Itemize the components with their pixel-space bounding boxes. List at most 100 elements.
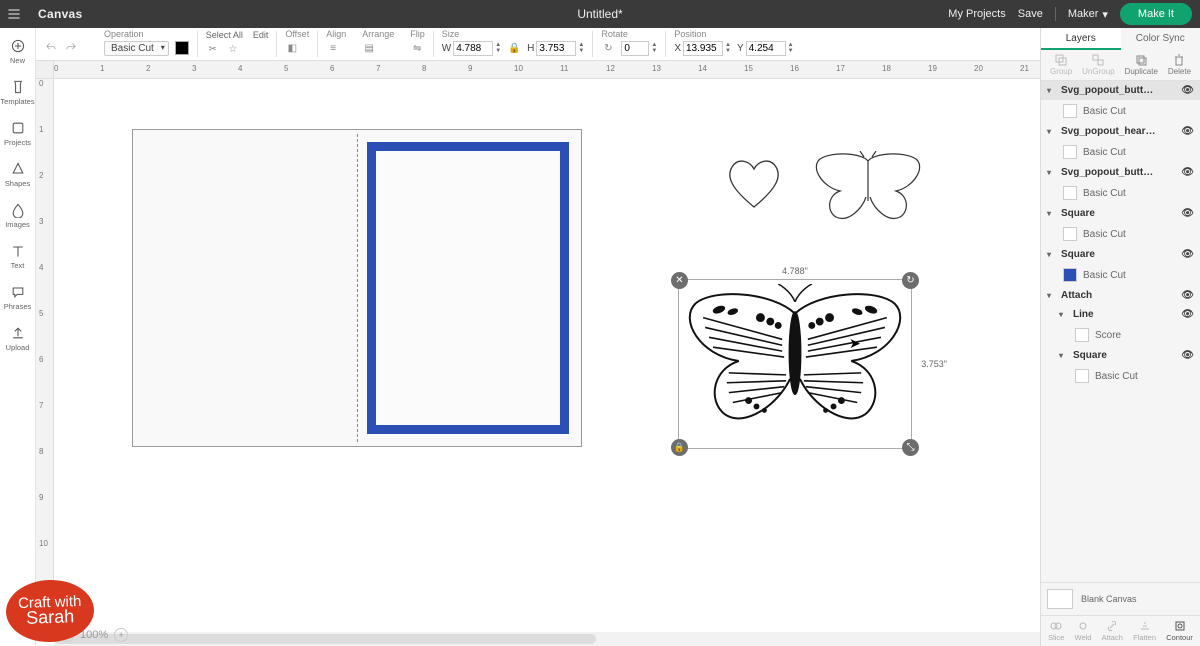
- lock-aspect-icon[interactable]: 🔒: [507, 41, 521, 55]
- layer-sub[interactable]: Basic Cut: [1041, 223, 1200, 245]
- slice-button[interactable]: Slice: [1048, 620, 1064, 642]
- width-input[interactable]: [453, 41, 493, 56]
- edit-toolbar: Operation Basic Cut Select All Edit ✂ ☆ …: [0, 28, 1200, 61]
- selection-bbox[interactable]: 4.788" 3.753" ✕ ↻ 🔒 ⤡: [678, 279, 912, 449]
- star-icon[interactable]: ☆: [226, 43, 240, 57]
- left-rail: New Templates Projects Shapes Images Tex…: [0, 28, 36, 646]
- select-all-button[interactable]: Select All: [206, 30, 243, 40]
- height-input[interactable]: [536, 41, 576, 56]
- layer-sub[interactable]: Basic Cut: [1041, 365, 1200, 387]
- layer-item[interactable]: ▾Square👁: [1041, 346, 1200, 365]
- flatten-button[interactable]: Flatten: [1133, 620, 1156, 642]
- tab-colorsync[interactable]: Color Sync: [1121, 28, 1200, 50]
- rotate-icon[interactable]: ↻: [601, 41, 615, 55]
- layer-sub[interactable]: Basic Cut: [1041, 182, 1200, 204]
- canvas-area[interactable]: 0123456789101112131415161718192021 01234…: [36, 61, 1040, 628]
- projects-button[interactable]: Projects: [0, 116, 36, 151]
- w-label: W: [442, 43, 451, 54]
- layer-sub[interactable]: Basic Cut: [1041, 141, 1200, 163]
- operation-label: Operation: [104, 27, 144, 39]
- layer-item[interactable]: ▾Square👁: [1041, 204, 1200, 223]
- layer-item[interactable]: ▾Svg_popout_butterfly...👁: [1041, 163, 1200, 182]
- redo-icon[interactable]: [64, 40, 78, 59]
- contour-button[interactable]: Contour: [1166, 620, 1193, 642]
- visibility-icon[interactable]: 👁: [1181, 309, 1194, 320]
- visibility-icon[interactable]: 👁: [1181, 126, 1194, 137]
- weld-button[interactable]: Weld: [1075, 620, 1092, 642]
- phrases-button[interactable]: Phrases: [0, 280, 36, 315]
- x-input[interactable]: [683, 41, 723, 56]
- visibility-icon[interactable]: 👁: [1181, 167, 1194, 178]
- butterfly-detailed[interactable]: [683, 284, 907, 444]
- color-swatch[interactable]: [175, 41, 189, 55]
- group-operation: Operation Basic Cut: [96, 27, 197, 60]
- ungroup-button[interactable]: UnGroup: [1082, 54, 1114, 76]
- blank-canvas-row[interactable]: Blank Canvas: [1041, 582, 1200, 615]
- layers-list: ▾Svg_popout_butterfly...👁Basic Cut▾Svg_p…: [1041, 81, 1200, 582]
- page-title: Untitled*: [577, 7, 622, 21]
- visibility-icon[interactable]: 👁: [1181, 208, 1194, 219]
- ruler-horizontal: 0123456789101112131415161718192021: [54, 61, 1040, 79]
- align-icon[interactable]: ≡: [326, 41, 340, 55]
- images-button[interactable]: Images: [0, 198, 36, 233]
- blank-canvas-swatch[interactable]: [1047, 589, 1073, 609]
- layer-tools: Group UnGroup Duplicate Delete: [1041, 50, 1200, 81]
- selection-height: 3.753": [921, 359, 947, 369]
- cut-icon[interactable]: ✂: [206, 43, 220, 57]
- layer-item[interactable]: ▾Square👁: [1041, 245, 1200, 264]
- delete-button[interactable]: Delete: [1168, 54, 1191, 76]
- blue-panel[interactable]: [367, 142, 569, 434]
- separator: [1055, 7, 1056, 21]
- make-it-button[interactable]: Make It: [1120, 3, 1192, 25]
- canvas-inner[interactable]: 4.788" 3.753" ✕ ↻ 🔒 ⤡: [54, 79, 1040, 628]
- undo-redo: [44, 40, 78, 59]
- group-button[interactable]: Group: [1050, 54, 1072, 76]
- menu-icon[interactable]: [0, 0, 28, 28]
- arrange-label: Arrange: [362, 27, 394, 39]
- panel-tabs: Layers Color Sync: [1041, 28, 1200, 50]
- group-edit: Select All Edit ✂ ☆: [198, 27, 277, 60]
- layer-item[interactable]: ▾Svg_popout_heart_si...👁: [1041, 122, 1200, 141]
- titlebar: Canvas Untitled* My Projects Save Maker …: [0, 0, 1200, 28]
- new-button[interactable]: New: [0, 34, 36, 69]
- layer-item[interactable]: ▾Attach👁: [1041, 286, 1200, 305]
- align-label: Align: [326, 27, 346, 39]
- layer-sub[interactable]: Basic Cut: [1041, 264, 1200, 286]
- zoom-in-button[interactable]: +: [114, 628, 128, 642]
- layer-item[interactable]: ▾Svg_popout_butterfly...👁: [1041, 81, 1200, 100]
- layer-sub[interactable]: Score: [1041, 324, 1200, 346]
- operation-dropdown[interactable]: Basic Cut: [104, 41, 169, 56]
- undo-icon[interactable]: [44, 40, 58, 59]
- right-panel: Layers Color Sync Group UnGroup Duplicat…: [1040, 28, 1200, 646]
- templates-button[interactable]: Templates: [0, 75, 36, 110]
- rotate-input[interactable]: [621, 41, 649, 56]
- y-input[interactable]: [746, 41, 786, 56]
- butterfly-outline[interactable]: [812, 151, 924, 227]
- duplicate-button[interactable]: Duplicate: [1125, 54, 1158, 76]
- machine-select[interactable]: Maker ▾: [1068, 8, 1108, 21]
- visibility-icon[interactable]: 👁: [1181, 85, 1194, 96]
- shapes-button[interactable]: Shapes: [0, 157, 36, 192]
- layer-item[interactable]: ▾Line👁: [1041, 305, 1200, 324]
- flip-label: Flip: [410, 27, 425, 39]
- scrollbar-horizontal[interactable]: [54, 632, 1040, 646]
- flip-icon[interactable]: ⇋: [410, 41, 424, 55]
- upload-button[interactable]: Upload: [0, 321, 36, 356]
- text-button[interactable]: Text: [0, 239, 36, 274]
- rotate-label: Rotate: [601, 27, 628, 39]
- visibility-icon[interactable]: 👁: [1181, 350, 1194, 361]
- edit-button[interactable]: Edit: [253, 30, 269, 40]
- arrange-icon[interactable]: ▤: [362, 41, 376, 55]
- h-label: H: [527, 43, 534, 54]
- tab-layers[interactable]: Layers: [1041, 28, 1121, 50]
- attach-button[interactable]: Attach: [1102, 620, 1123, 642]
- heart-outline[interactable]: [722, 155, 786, 211]
- card-object[interactable]: [132, 129, 582, 447]
- x-label: X: [674, 43, 681, 54]
- visibility-icon[interactable]: 👁: [1181, 249, 1194, 260]
- my-projects-link[interactable]: My Projects: [948, 8, 1005, 20]
- offset-icon[interactable]: ◧: [285, 41, 299, 55]
- visibility-icon[interactable]: 👁: [1181, 290, 1194, 301]
- layer-sub[interactable]: Basic Cut: [1041, 100, 1200, 122]
- save-button[interactable]: Save: [1018, 8, 1043, 20]
